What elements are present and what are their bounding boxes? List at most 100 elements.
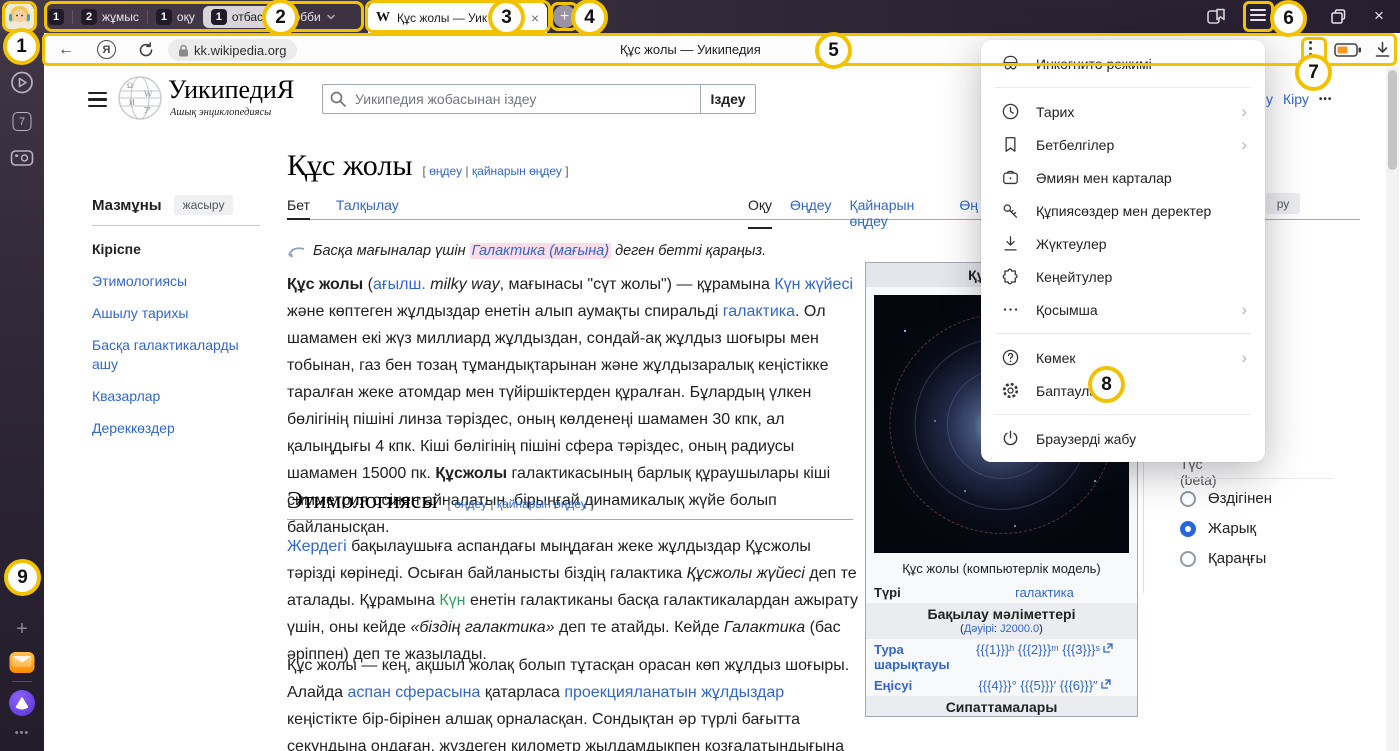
menu-item-bookmarks[interactable]: Бетбелгілер ›	[981, 128, 1265, 161]
toc-item-history[interactable]: Ашылу тарихы	[92, 304, 270, 323]
battery-icon[interactable]	[1334, 43, 1361, 57]
wikipedia-wordmark[interactable]: УикипедиЯ	[168, 75, 294, 105]
window-restore-icon[interactable]	[1331, 9, 1346, 24]
article-title: Құс жолы	[287, 149, 413, 183]
radio-option-auto[interactable]: Өздігінен	[1180, 490, 1272, 507]
play-video-icon[interactable]	[11, 71, 34, 94]
url-pill[interactable]: kk.wikipedia.org	[168, 39, 297, 61]
toc-item-other-galaxies[interactable]: Басқа галактикаларды ашу	[92, 336, 262, 374]
tab-edit-source[interactable]: Қайнарын өңдеу	[849, 197, 941, 229]
scrollbar-track[interactable]	[1386, 67, 1399, 751]
galaxy-link[interactable]: галактика	[960, 585, 1129, 600]
tab-group-count: 1	[211, 9, 227, 25]
edit-link[interactable]: өңдеу	[454, 497, 487, 511]
dec-value: {{{4}}}° {{{5}}}′ {{{6}}}″	[960, 678, 1129, 693]
browser-menu-button[interactable]	[1250, 9, 1266, 21]
infobox-row-type: Түрі галактика	[866, 582, 1137, 603]
radio-icon-selected[interactable]	[1180, 521, 1196, 537]
sidebar-more-icon[interactable]: •••	[15, 727, 30, 739]
hide-button-partial[interactable]: ру	[1266, 193, 1300, 214]
search-button[interactable]: Іздеу	[700, 84, 756, 114]
menu-label: Кеңейтулер	[1036, 269, 1112, 285]
paragraph-etymology: Жердегі бақылаушыға аспандағы мыңдаған ж…	[287, 533, 859, 668]
back-icon[interactable]: ←	[58, 41, 74, 59]
menu-item-history[interactable]: Тарих ›	[981, 95, 1265, 128]
sidebar-panels-icon[interactable]	[1207, 8, 1226, 26]
tab-page[interactable]: Бет	[287, 197, 310, 220]
menu-item-wallet[interactable]: Әмиян мен карталар	[981, 161, 1265, 194]
inline-link[interactable]: Күн	[439, 592, 465, 609]
tab-clipped[interactable]: Өң	[959, 197, 978, 229]
tab-group-work[interactable]: 2 жұмыс	[81, 9, 139, 25]
sidebar-add-icon[interactable]: +	[16, 618, 28, 641]
toc-item-etymology[interactable]: Этимологиясы	[92, 272, 270, 291]
signup-link-partial[interactable]: у	[1266, 91, 1273, 107]
menu-item-passwords[interactable]: Құпиясөздер мен деректер	[981, 194, 1265, 227]
inline-link[interactable]: галактика	[723, 303, 795, 320]
menu-divider	[995, 87, 1251, 88]
radio-icon[interactable]	[1180, 491, 1196, 507]
edit-source-link[interactable]: қайнарын өңдеу	[472, 164, 562, 178]
callout-1: 1	[3, 28, 40, 65]
edit-source-link[interactable]: қайнарын өңдеу	[497, 497, 587, 511]
download-icon[interactable]	[1374, 41, 1391, 58]
chevron-right-icon: ›	[1241, 102, 1247, 122]
menu-item-close-browser[interactable]: Браузерді жабу	[981, 422, 1265, 455]
clock-icon	[999, 102, 1021, 121]
wiki-main-menu-icon[interactable]	[88, 92, 107, 107]
tab-read[interactable]: Оқу	[748, 197, 772, 229]
inline-link[interactable]: Жердегі	[287, 538, 347, 555]
radio-option-light[interactable]: Жарық	[1180, 520, 1256, 537]
tab-talk[interactable]: Талқылау	[336, 197, 399, 220]
inline-link[interactable]: проекцияланатын жұлдыздар	[564, 684, 784, 701]
text-run: кеңістікте бір-бірінен алшақ орналасқан.…	[287, 711, 844, 751]
yandex-mail-icon[interactable]	[10, 652, 35, 673]
tab-group-label: оқу	[177, 10, 195, 24]
scrollbar-thumb[interactable]	[1388, 70, 1397, 170]
tab-close-icon[interactable]: ×	[531, 10, 539, 26]
menu-item-help[interactable]: Көмек ›	[981, 341, 1265, 374]
search-input[interactable]	[322, 84, 700, 114]
inline-link[interactable]: Дәуірі	[964, 623, 994, 635]
inline-link[interactable]: Галактика (мағына)	[470, 243, 612, 259]
toc-item-quasars[interactable]: Квазарлар	[92, 387, 270, 406]
title-edit-links: [ өңдеу | қайнарын өңдеу ]	[423, 164, 569, 178]
menu-item-extensions[interactable]: Кеңейтулер	[981, 260, 1265, 293]
external-link-icon	[1103, 643, 1113, 653]
more-options-icon[interactable]: •••	[1319, 94, 1333, 105]
menu-item-incognito[interactable]: Инкогнито режимі	[981, 47, 1265, 80]
yandex-logo-icon[interactable]: Я	[97, 40, 116, 59]
login-link[interactable]: Кіру	[1283, 91, 1309, 107]
menu-divider	[995, 414, 1251, 415]
help-icon	[999, 348, 1021, 367]
screenshot-icon[interactable]	[11, 148, 34, 167]
inline-link[interactable]: Күн жүйесі	[774, 276, 853, 293]
alice-assistant-icon[interactable]	[9, 690, 35, 716]
tab-group-count[interactable]: 1	[48, 9, 64, 25]
text-run: қатарласа	[480, 684, 564, 701]
tab-edit[interactable]: Өңдеу	[790, 197, 831, 229]
edit-link[interactable]: өңдеу	[429, 164, 462, 178]
window-close-icon[interactable]: ×	[1374, 6, 1384, 26]
menu-label: Құпиясөздер мен деректер	[1036, 203, 1211, 219]
inline-link[interactable]: аспан сферасына	[348, 684, 481, 701]
reload-icon[interactable]	[138, 42, 154, 58]
tab-group-study[interactable]: 1 оқу	[156, 9, 195, 25]
chevron-down-icon	[326, 12, 336, 22]
toc-item-references[interactable]: Дереккөздер	[92, 419, 270, 438]
tab-group-label: жұмыс	[102, 10, 139, 24]
inline-link[interactable]: ағылш.	[373, 276, 426, 293]
dec-label-link[interactable]: Еңісуі	[874, 678, 960, 693]
ra-label-link[interactable]: Тура шарықтауы	[874, 642, 960, 672]
menu-item-more[interactable]: Қосымша ›	[981, 293, 1265, 326]
toc-item-intro[interactable]: Кіріспе	[92, 240, 270, 259]
inline-link[interactable]: J2000.0	[1000, 623, 1039, 635]
radio-icon[interactable]	[1180, 551, 1196, 567]
address-bar-page-title: Құс жолы — Уикипедия	[620, 42, 761, 57]
wikipedia-globe-logo[interactable]: Ω W И ア	[117, 75, 163, 121]
profile-avatar[interactable]	[5, 3, 34, 31]
toc-hide-button[interactable]: жасыру	[174, 195, 234, 215]
tab-counter-icon[interactable]: 7	[13, 112, 32, 131]
radio-option-dark[interactable]: Қараңғы	[1180, 550, 1266, 567]
menu-item-downloads[interactable]: Жүктеулер	[981, 227, 1265, 260]
